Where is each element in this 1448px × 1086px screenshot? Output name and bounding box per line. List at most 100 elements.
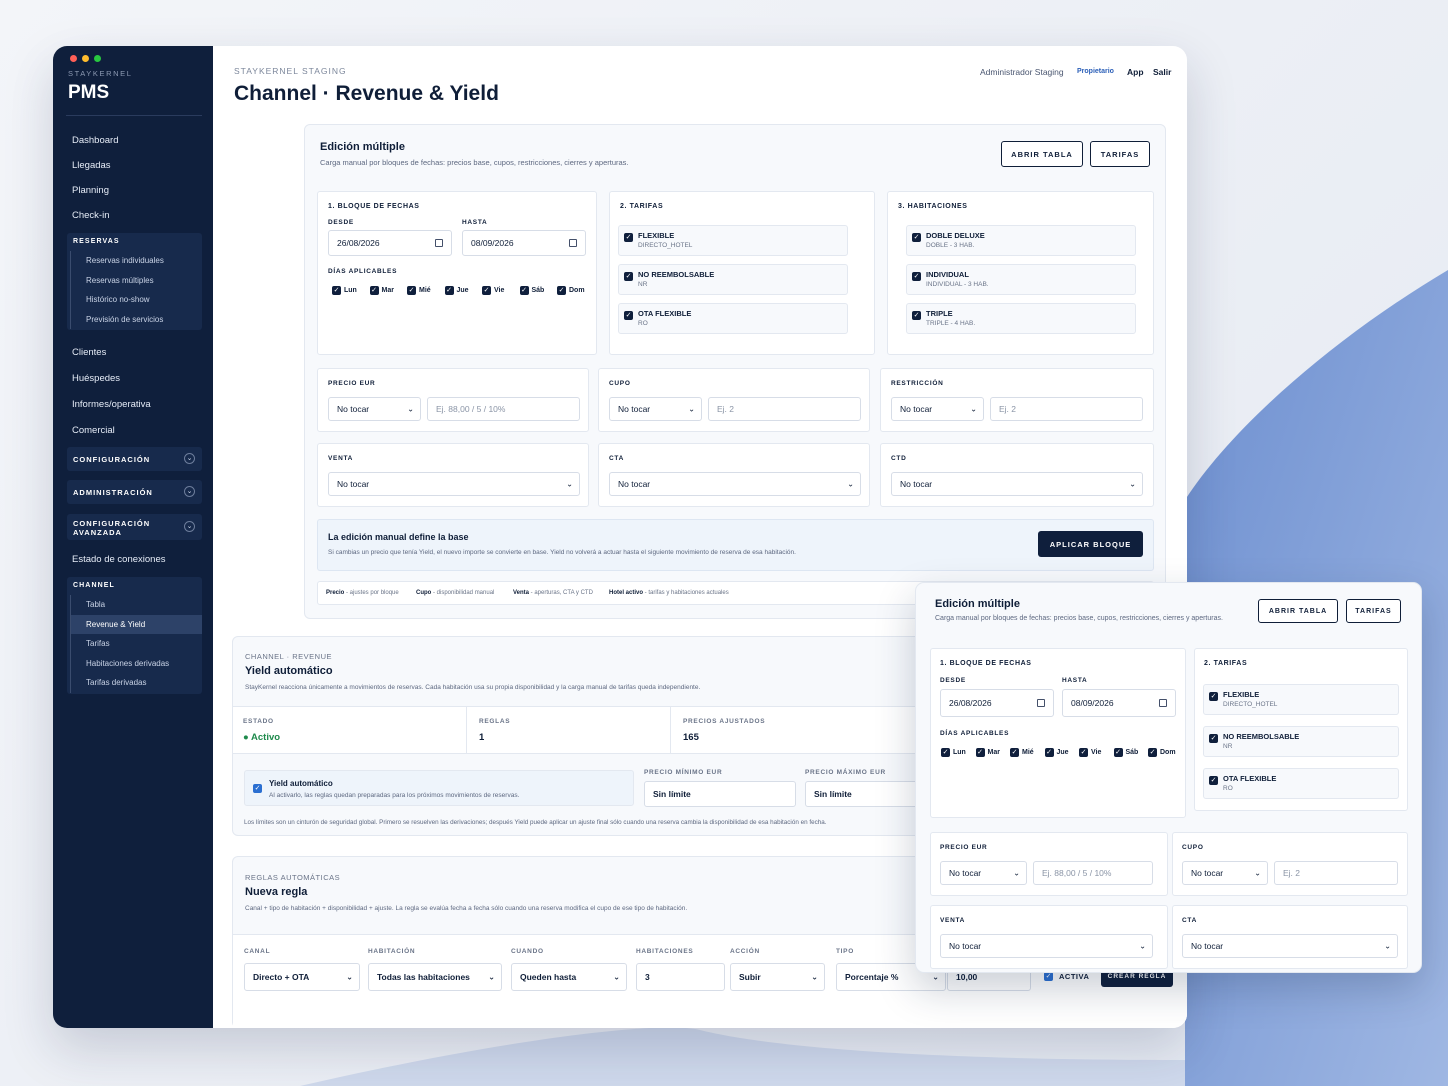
restriction-input[interactable]: Ej. 2 — [990, 397, 1143, 421]
sidebar-item-comercial[interactable]: Comercial — [72, 425, 115, 436]
cta-select[interactable]: No tocar ⌄ — [1182, 934, 1398, 958]
checkbox-checked-icon[interactable]: ✓ — [482, 286, 491, 295]
sidebar-item-reservas-multiples[interactable]: Reservas múltiples — [70, 270, 202, 290]
checkbox-checked-icon[interactable]: ✓ — [912, 233, 921, 242]
rate-option[interactable]: ✓ FLEXIBLE DIRECTO_HOTEL — [1203, 684, 1399, 715]
sidebar-item-llegadas[interactable]: Llegadas — [72, 160, 111, 171]
sidebar-item-tabla[interactable]: Tabla — [70, 595, 202, 615]
sidebar-item-prevision-servicios[interactable]: Previsión de servicios — [70, 309, 202, 329]
quota-mode-select[interactable]: No tocar ⌄ — [609, 397, 702, 421]
rate-option[interactable]: ✓ NO REEMBOLSABLE NR — [1203, 726, 1399, 757]
checkbox-checked-icon[interactable]: ✓ — [557, 286, 566, 295]
sidebar-section-config-avanzada[interactable]: CONFIGURACIÓN AVANZADA ⌄ — [67, 514, 202, 540]
rule-field-cuando[interactable]: Queden hasta ⌄ — [511, 963, 627, 991]
checkbox-checked-icon[interactable]: ✓ — [624, 233, 633, 242]
min-price-input[interactable]: Sin límite — [644, 781, 796, 807]
sidebar-group-title[interactable]: CHANNEL — [67, 577, 202, 595]
sidebar-item-dashboard[interactable]: Dashboard — [72, 135, 118, 146]
rule-field-label: HABITACIÓN — [368, 948, 416, 955]
notice-title: La edición manual define la base — [328, 532, 469, 542]
open-table-button[interactable]: ABRIR TABLA — [1258, 599, 1338, 623]
rate-option[interactable]: ✓ FLEXIBLE DIRECTO_HOTEL — [618, 225, 848, 256]
checkbox-checked-icon[interactable]: ✓ — [912, 311, 921, 320]
rule-field-habitaciones[interactable]: 3 — [636, 963, 725, 991]
price-mode-select[interactable]: No tocar ⌄ — [328, 397, 421, 421]
sidebar-item-informes[interactable]: Informes/operativa — [72, 399, 151, 410]
apply-block-button[interactable]: APLICAR BLOQUE — [1038, 531, 1143, 557]
checkbox-checked-icon[interactable]: ✓ — [1113, 748, 1123, 757]
sidebar-item-clientes[interactable]: Clientes — [72, 347, 106, 358]
legend-item: Hotel activo - tarifas y habitaciones ac… — [609, 590, 729, 596]
checkbox-checked-icon[interactable]: ✓ — [624, 272, 633, 281]
sidebar-item-tarifas-derivadas[interactable]: Tarifas derivadas — [70, 673, 202, 693]
checkbox-checked-icon[interactable]: ✓ — [369, 286, 379, 295]
rule-field-label: TIPO — [836, 948, 854, 955]
price-mode-select[interactable]: No tocar ⌄ — [940, 861, 1027, 885]
checkbox-checked-icon[interactable]: ✓ — [407, 286, 416, 295]
checkbox-checked-icon[interactable]: ✓ — [519, 286, 529, 295]
price-input[interactable]: Ej. 88,00 / 5 / 10% — [427, 397, 580, 421]
field-label: PRECIO EUR — [940, 844, 988, 851]
checkbox-checked-icon[interactable]: ✓ — [1079, 748, 1088, 757]
checkbox-checked-icon[interactable]: ✓ — [332, 286, 341, 295]
checkbox-checked-icon[interactable]: ✓ — [253, 784, 262, 793]
sidebar-item-huespedes[interactable]: Huéspedes — [72, 373, 120, 384]
quota-input[interactable]: Ej. 2 — [708, 397, 861, 421]
rate-option[interactable]: ✓ OTA FLEXIBLE RO — [618, 303, 848, 334]
auto-yield-toggle[interactable]: ✓ Yield automático Al activarlo, las reg… — [244, 770, 634, 806]
sidebar-item-tarifas[interactable]: Tarifas — [70, 634, 202, 654]
sidebar-item-checkin[interactable]: Check-in — [72, 210, 110, 221]
from-date-input[interactable]: 26/08/2026 — [328, 230, 452, 256]
sidebar-item-habitaciones-derivadas[interactable]: Habitaciones derivadas — [70, 653, 202, 673]
app-link[interactable]: App — [1127, 67, 1144, 77]
rates-button[interactable]: TARIFAS — [1346, 599, 1401, 623]
sidebar-section-configuracion[interactable]: CONFIGURACIÓN ⌄ — [67, 447, 202, 471]
rate-option[interactable]: ✓ OTA FLEXIBLE RO — [1203, 768, 1399, 799]
checkbox-checked-icon[interactable]: ✓ — [975, 748, 985, 757]
room-option[interactable]: ✓ TRIPLE TRIPLE - 4 HAB. — [906, 303, 1136, 334]
rule-field-habitación[interactable]: Todas las habitaciones ⌄ — [368, 963, 502, 991]
minimize-dot[interactable] — [82, 55, 89, 62]
checkbox-checked-icon[interactable]: ✓ — [1044, 972, 1053, 981]
close-dot[interactable] — [70, 55, 77, 62]
quota-mode-select[interactable]: No tocar ⌄ — [1182, 861, 1268, 885]
sale-select[interactable]: No tocar ⌄ — [940, 934, 1153, 958]
checkbox-checked-icon[interactable]: ✓ — [1209, 734, 1218, 743]
maximize-dot[interactable] — [94, 55, 101, 62]
room-option[interactable]: ✓ DOBLE DELUXE DOBLE - 3 HAB. — [906, 225, 1136, 256]
checkbox-checked-icon[interactable]: ✓ — [1209, 692, 1218, 701]
legend-item: Venta - aperturas, CTA y CTD — [513, 590, 593, 596]
sidebar-item-reservas-individuales[interactable]: Reservas individuales — [70, 251, 202, 271]
sidebar-item-estado-conexiones[interactable]: Estado de conexiones — [72, 554, 165, 565]
rate-option[interactable]: ✓ NO REEMBOLSABLE NR — [618, 264, 848, 295]
checkbox-checked-icon[interactable]: ✓ — [1044, 748, 1054, 757]
sidebar-item-historico-no-show[interactable]: Histórico no-show — [70, 290, 202, 310]
rule-field-acción[interactable]: Subir ⌄ — [730, 963, 825, 991]
rule-field-canal[interactable]: Directo + OTA ⌄ — [244, 963, 360, 991]
cta-select[interactable]: No tocar ⌄ — [609, 472, 861, 496]
restriction-mode-select[interactable]: No tocar ⌄ — [891, 397, 984, 421]
sidebar-group-title[interactable]: RESERVAS — [67, 233, 202, 251]
sale-select[interactable]: No tocar ⌄ — [328, 472, 580, 496]
checkbox-checked-icon[interactable]: ✓ — [912, 272, 921, 281]
sidebar-item-revenue-yield[interactable]: Revenue & Yield — [70, 614, 202, 634]
to-date-input[interactable]: 08/09/2026 — [462, 230, 586, 256]
quota-input[interactable]: Ej. 2 — [1274, 861, 1398, 885]
max-price-input[interactable]: Sin límite — [805, 781, 925, 807]
rates-button[interactable]: TARIFAS — [1090, 141, 1150, 167]
checkbox-checked-icon[interactable]: ✓ — [941, 748, 950, 757]
to-date-input[interactable]: 08/09/2026 — [1062, 689, 1176, 717]
checkbox-checked-icon[interactable]: ✓ — [624, 311, 633, 320]
ctd-select[interactable]: No tocar ⌄ — [891, 472, 1143, 496]
checkbox-checked-icon[interactable]: ✓ — [1010, 748, 1019, 757]
checkbox-checked-icon[interactable]: ✓ — [444, 286, 454, 295]
checkbox-checked-icon[interactable]: ✓ — [1148, 748, 1157, 757]
sidebar-item-planning[interactable]: Planning — [72, 185, 109, 196]
checkbox-checked-icon[interactable]: ✓ — [1209, 776, 1218, 785]
price-input[interactable]: Ej. 88,00 / 5 / 10% — [1033, 861, 1153, 885]
sidebar-section-administracion[interactable]: ADMINISTRACIÓN ⌄ — [67, 480, 202, 504]
from-date-input[interactable]: 26/08/2026 — [940, 689, 1054, 717]
room-option[interactable]: ✓ INDIVIDUAL INDIVIDUAL - 3 HAB. — [906, 264, 1136, 295]
logout-link[interactable]: Salir — [1153, 67, 1171, 77]
open-table-button[interactable]: ABRIR TABLA — [1001, 141, 1083, 167]
